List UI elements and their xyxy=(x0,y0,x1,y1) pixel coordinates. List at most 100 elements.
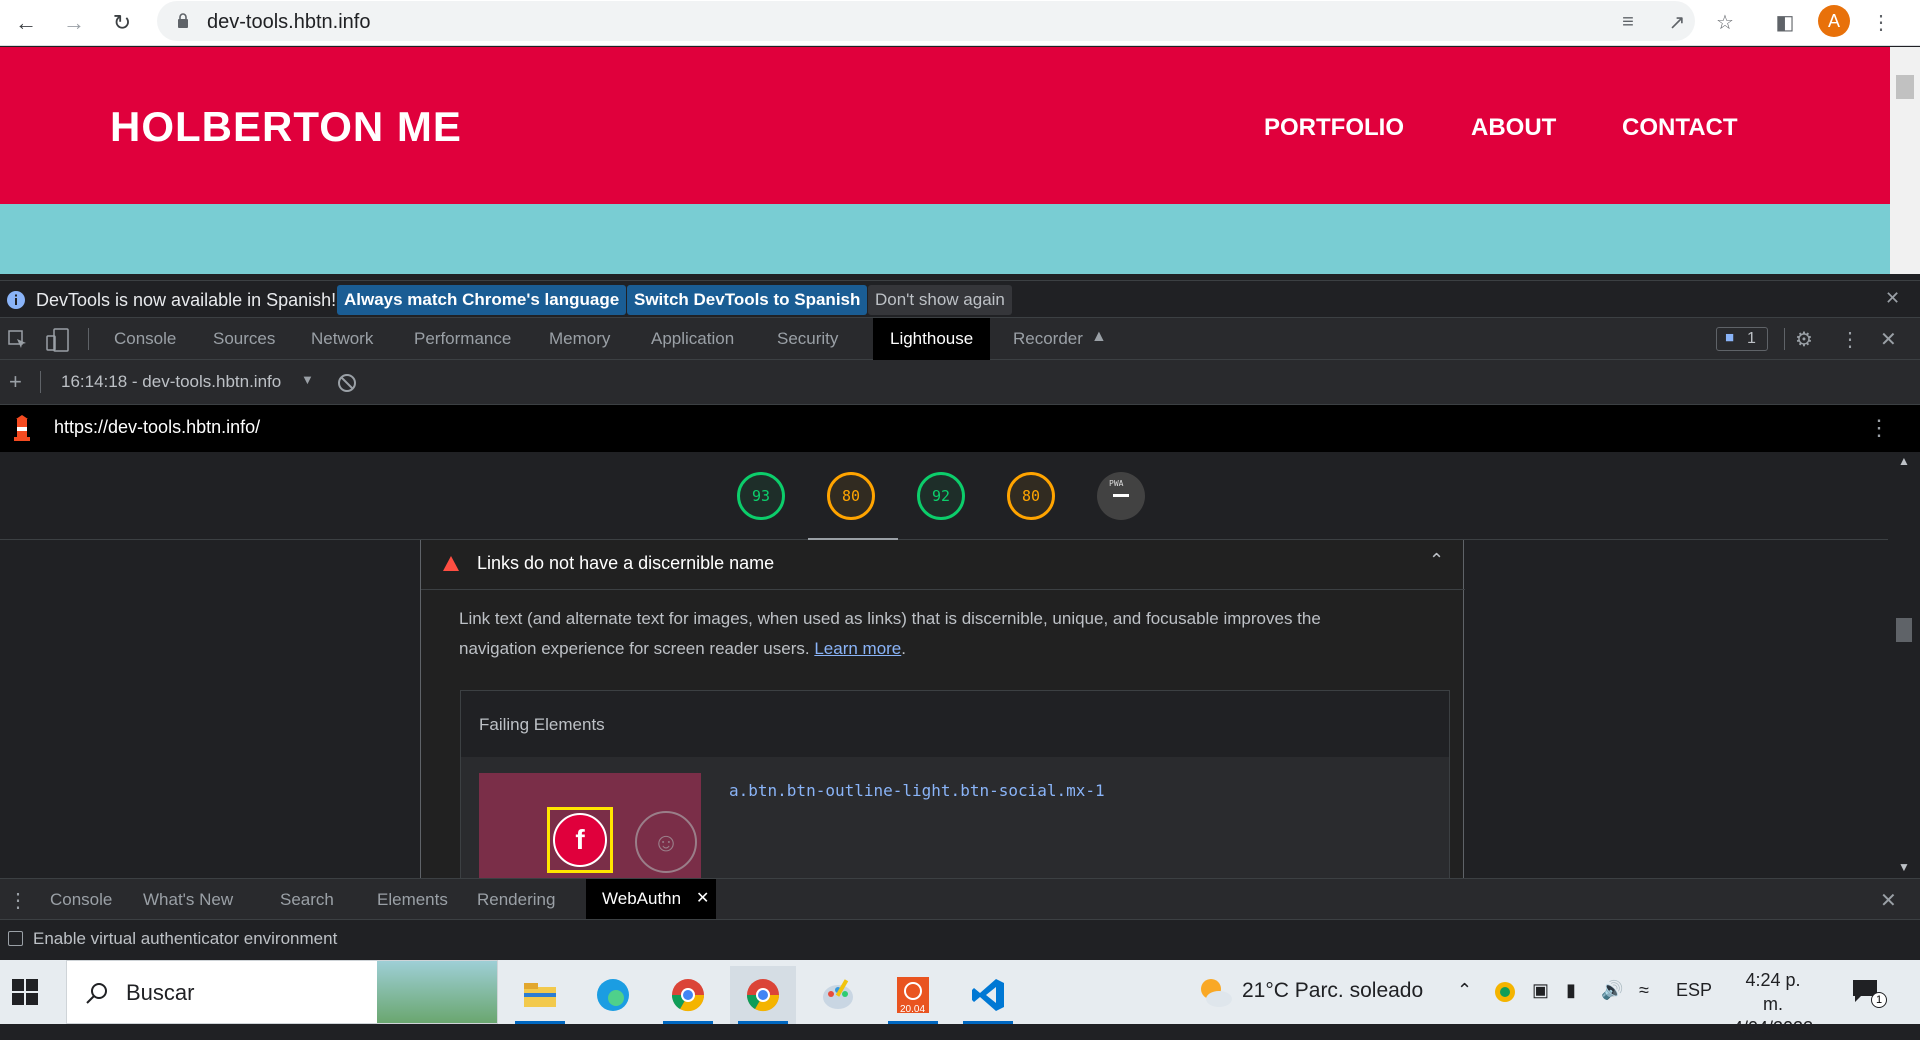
bookmark-star-icon[interactable]: ☆ xyxy=(1712,9,1738,35)
report-scrollbar[interactable]: ▲ ▼ xyxy=(1888,452,1920,878)
sync-status-icon[interactable] xyxy=(1493,980,1517,1004)
scroll-down-icon[interactable]: ▼ xyxy=(1898,860,1910,874)
translate-icon[interactable]: ≡ xyxy=(1615,9,1641,35)
system-clock[interactable]: 4:24 p. m. 4/04/2023 xyxy=(1733,968,1813,1040)
settings-gear-icon[interactable]: ⚙ xyxy=(1795,327,1813,352)
chevron-up-icon[interactable]: ⌃ xyxy=(1429,550,1444,571)
always-match-language-button[interactable]: Always match Chrome's language xyxy=(337,285,627,315)
notification-center[interactable]: 1 xyxy=(1851,978,1887,1008)
tab-sources[interactable]: Sources xyxy=(213,318,275,360)
info-icon xyxy=(7,291,25,309)
devtools-tabbar: Console Sources Network Performance Memo… xyxy=(0,318,1920,360)
share-icon[interactable]: ↗ xyxy=(1664,9,1690,35)
paint-palette-icon xyxy=(823,979,853,1009)
clear-reports-icon[interactable] xyxy=(337,373,357,393)
best-practices-score[interactable]: 92 xyxy=(917,472,965,520)
lighthouse-icon xyxy=(14,415,30,441)
scroll-thumb[interactable] xyxy=(1896,618,1912,642)
element-screenshot[interactable]: f ☺ xyxy=(479,773,701,878)
virtual-authenticator-label: Enable virtual authenticator environment xyxy=(33,929,338,948)
fail-triangle-icon xyxy=(443,556,459,571)
seo-score[interactable]: 80 xyxy=(1007,472,1055,520)
audit-header[interactable]: Links do not have a discernible name ⌃ xyxy=(421,540,1465,590)
drawer-tab-search[interactable]: Search xyxy=(280,879,334,921)
tab-network[interactable]: Network xyxy=(311,318,373,360)
more-options-icon[interactable]: ⋮ xyxy=(1840,327,1860,352)
page-scrollbar[interactable] xyxy=(1890,47,1920,274)
performance-score[interactable]: 93 xyxy=(737,472,785,520)
side-panel-icon[interactable]: ◧ xyxy=(1772,9,1798,35)
notification-count: 1 xyxy=(1871,992,1887,1008)
tab-application[interactable]: Application xyxy=(651,318,734,360)
virtual-authenticator-checkbox[interactable] xyxy=(8,931,23,946)
audit-description-line1: Link text (and alternate text for images… xyxy=(459,609,1321,628)
close-drawer-icon[interactable]: ✕ xyxy=(1880,888,1897,913)
drawer-tab-console[interactable]: Console xyxy=(50,879,112,921)
reload-icon[interactable]: ↻ xyxy=(105,6,139,40)
forward-icon[interactable]: → xyxy=(57,6,91,40)
wifi-icon[interactable]: ≈ xyxy=(1639,980,1649,1001)
nav-portfolio[interactable]: PORTFOLIO xyxy=(1264,114,1404,142)
report-menu-icon[interactable]: ⋮ xyxy=(1868,415,1890,441)
search-icon xyxy=(86,983,107,1004)
issues-button[interactable]: ■ 1 xyxy=(1716,327,1768,351)
accessibility-score[interactable]: 80 xyxy=(827,472,875,520)
close-icon[interactable]: ✕ xyxy=(1885,288,1900,309)
failing-elements-table: Failing Elements f ☺ a.btn.btn-outline-l… xyxy=(460,690,1450,878)
taskbar-search-box[interactable]: Buscar xyxy=(66,960,498,1024)
address-bar[interactable]: dev-tools.hbtn.info xyxy=(157,1,1695,41)
nav-about[interactable]: ABOUT xyxy=(1471,114,1556,142)
tab-lighthouse[interactable]: Lighthouse xyxy=(873,318,991,360)
pwa-dash-icon xyxy=(1113,494,1129,497)
report-selector[interactable]: 16:14:18 - dev-tools.hbtn.info xyxy=(61,372,281,392)
volume-icon[interactable]: 🔊 xyxy=(1601,980,1623,1001)
tab-recorder[interactable]: Recorder xyxy=(1013,318,1083,360)
dont-show-again-button[interactable]: Don't show again xyxy=(868,285,1012,315)
search-highlight-image xyxy=(377,961,497,1023)
pwa-score[interactable]: PWA xyxy=(1097,472,1145,520)
learn-more-link[interactable]: Learn more xyxy=(814,639,901,658)
input-language[interactable]: ESP xyxy=(1676,980,1712,1001)
address-url: dev-tools.hbtn.info xyxy=(207,11,371,33)
back-icon[interactable]: ← xyxy=(9,6,43,40)
tab-console[interactable]: Console xyxy=(114,318,176,360)
display-icon[interactable]: ▣ xyxy=(1532,980,1549,1001)
drawer-menu-icon[interactable]: ⋮ xyxy=(8,888,28,913)
issues-icon: ■ xyxy=(1725,329,1735,346)
tab-memory[interactable]: Memory xyxy=(549,318,610,360)
tab-security[interactable]: Security xyxy=(777,318,838,360)
weather-text[interactable]: 21°C Parc. soleado xyxy=(1242,979,1423,1003)
chevron-down-icon[interactable]: ▼ xyxy=(301,372,314,387)
device-toolbar-icon[interactable] xyxy=(46,328,70,352)
scroll-thumb[interactable] xyxy=(1896,75,1914,99)
taskbar-chrome-active[interactable] xyxy=(730,966,796,1024)
site-title[interactable]: HOLBERTON ME xyxy=(110,103,462,151)
chrome-menu-icon[interactable]: ⋮ xyxy=(1868,9,1894,35)
show-hidden-icons-icon[interactable]: ⌃ xyxy=(1457,980,1472,1001)
taskbar-file-explorer[interactable] xyxy=(507,966,573,1024)
windows-start-icon[interactable] xyxy=(10,977,40,1007)
battery-icon[interactable]: ▮ xyxy=(1566,980,1576,1001)
taskbar-edge[interactable] xyxy=(580,966,646,1024)
drawer-tab-rendering[interactable]: Rendering xyxy=(477,879,555,921)
profile-avatar[interactable]: A xyxy=(1818,5,1850,37)
taskbar-paint[interactable] xyxy=(805,966,871,1024)
new-report-icon[interactable]: + xyxy=(9,369,22,395)
switch-to-spanish-button[interactable]: Switch DevTools to Spanish xyxy=(627,285,868,315)
taskbar-chrome-profile[interactable] xyxy=(655,966,721,1024)
drawer-tab-elements[interactable]: Elements xyxy=(377,879,448,921)
tab-performance[interactable]: Performance xyxy=(414,318,511,360)
failing-element-row: f ☺ a.btn.btn-outline-light.btn-social.m… xyxy=(461,757,1449,878)
taskbar-vscode[interactable] xyxy=(955,966,1021,1024)
taskbar-ubuntu[interactable]: 20.04 xyxy=(880,966,946,1024)
drawer-tab-webauthn[interactable]: WebAuthn ✕ xyxy=(586,879,716,919)
report-url[interactable]: https://dev-tools.hbtn.info/ xyxy=(54,417,260,438)
close-tab-icon[interactable]: ✕ xyxy=(696,888,709,908)
drawer-tab-whats-new[interactable]: What's New xyxy=(143,879,233,921)
close-devtools-icon[interactable]: ✕ xyxy=(1880,327,1897,352)
weather-sun-icon[interactable] xyxy=(1194,972,1234,1012)
inspect-element-icon[interactable] xyxy=(8,330,28,350)
element-selector[interactable]: a.btn.btn-outline-light.btn-social.mx-1 xyxy=(729,781,1105,800)
scroll-up-icon[interactable]: ▲ xyxy=(1898,454,1910,468)
nav-contact[interactable]: CONTACT xyxy=(1622,114,1738,142)
